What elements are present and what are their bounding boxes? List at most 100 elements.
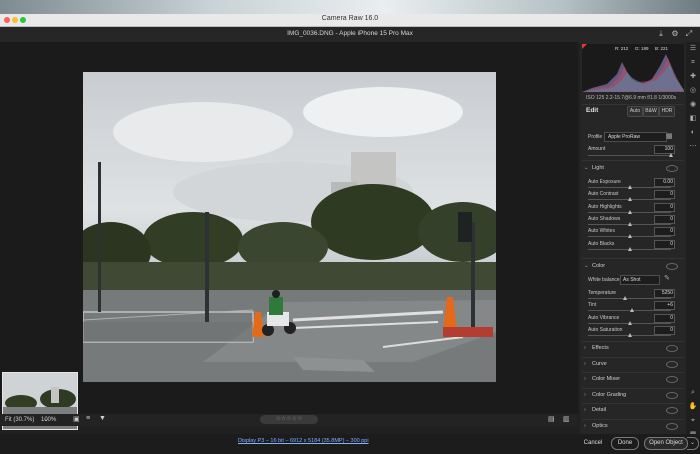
section-label: Optics	[592, 422, 608, 429]
eye-icon[interactable]	[666, 263, 678, 270]
light-value-0[interactable]: 0.00	[654, 178, 675, 187]
light-label-3: Auto Shadows	[588, 215, 621, 222]
divider	[582, 418, 684, 420]
color-slider-2[interactable]	[588, 320, 671, 325]
filmstrip-layout-icon[interactable]: ▤	[548, 415, 555, 423]
eye-icon[interactable]	[666, 360, 678, 368]
light-slider-2[interactable]	[588, 209, 671, 214]
divider	[582, 387, 684, 389]
bw-button[interactable]: B&W	[643, 106, 659, 117]
section-curve[interactable]: › Curve	[584, 360, 684, 368]
done-button[interactable]: Done	[611, 437, 639, 450]
sampler-icon[interactable]: ⌖	[688, 416, 698, 426]
color-slider-1[interactable]	[588, 308, 671, 313]
star-rating[interactable]: ☆☆☆☆☆	[260, 415, 318, 424]
amount-slider[interactable]	[588, 153, 673, 157]
divider	[582, 403, 684, 404]
title-bar: Camera Raw 16.0	[0, 14, 700, 27]
slider-knob[interactable]	[627, 234, 632, 239]
main-photo	[83, 72, 496, 382]
save-icon[interactable]: ⤓	[656, 29, 666, 39]
more-icon[interactable]: ⋯	[688, 142, 698, 152]
eye-icon[interactable]	[666, 165, 678, 172]
histogram: R: 212 G: 189 B: 221	[582, 44, 684, 92]
profile-browser-icon[interactable]: ▦	[666, 132, 673, 140]
fullscreen-icon[interactable]: ⤢	[684, 29, 694, 39]
light-slider-3[interactable]	[588, 221, 671, 226]
light-slider-0[interactable]	[588, 185, 671, 189]
section-effects[interactable]: › Effects	[584, 345, 684, 352]
slider-knob[interactable]	[627, 185, 632, 189]
edit-sliders-icon[interactable]: ☰	[688, 44, 698, 54]
light-value-5[interactable]: 0	[654, 239, 675, 249]
slider-knob[interactable]	[627, 221, 632, 226]
slider-knob[interactable]	[627, 246, 632, 251]
section-color[interactable]: ⌄ Color	[584, 263, 684, 270]
crop-icon[interactable]: ⌗	[688, 58, 698, 68]
document-title: IMG_0036.DNG - Apple iPhone 15 Pro Max	[287, 30, 413, 37]
eye-icon[interactable]	[666, 422, 678, 430]
section-detail[interactable]: › Detail	[584, 407, 684, 414]
slider-knob[interactable]	[627, 320, 632, 325]
hand-icon[interactable]: ✋	[688, 402, 698, 412]
eye-icon[interactable]	[666, 391, 678, 399]
light-value-3[interactable]: 0	[654, 214, 675, 224]
color-value-3[interactable]: 0	[654, 325, 675, 335]
light-value-4[interactable]: 0	[654, 227, 675, 237]
snapshots-icon[interactable]: ◐	[688, 128, 698, 138]
image-canvas[interactable]	[0, 42, 578, 430]
color-slider-3[interactable]	[588, 332, 671, 337]
sort-icon[interactable]: ≡	[86, 415, 90, 422]
fit-zoom-select[interactable]: Fit (30.7%)	[5, 417, 34, 423]
red-eye-icon[interactable]: ◉	[688, 100, 698, 110]
bottom-toolbar: Fit (30.7%) ⌄ 100% ▣ ≡ ▼ ☆☆☆☆☆ ▤ ▥	[0, 414, 578, 426]
color-value-0[interactable]: 5250	[654, 289, 675, 298]
color-slider-0[interactable]	[588, 296, 671, 300]
color-value-1[interactable]: +6	[654, 301, 675, 311]
chevron-right-icon: ›	[584, 407, 586, 413]
histogram-r: R: 212	[615, 46, 629, 51]
light-value-1[interactable]: 0	[654, 190, 675, 200]
slider-knob[interactable]	[623, 296, 628, 300]
tool-strip: ☰ ⌗ ✚ ◎ ◉ ◧ ◐ ⋯ ⌕ ✋ ⌖ ▦	[686, 42, 700, 438]
auto-button[interactable]: Auto	[627, 106, 643, 117]
eye-icon[interactable]	[666, 376, 678, 383]
zoom-100-select[interactable]: 100%	[41, 417, 56, 423]
status-bar: Display P3 – 16 bit – 6912 x 5184 (35.8M…	[0, 434, 700, 454]
hdr-button[interactable]: HDR	[659, 106, 675, 117]
open-object-button[interactable]: Open Object	[644, 437, 688, 450]
light-slider-4[interactable]	[588, 234, 671, 239]
gear-icon[interactable]: ⚙	[670, 29, 680, 39]
masking-icon[interactable]: ◎	[688, 86, 698, 96]
light-slider-1[interactable]	[588, 197, 671, 202]
section-optics[interactable]: › Optics	[584, 422, 684, 430]
color-value-2[interactable]: 0	[654, 313, 675, 323]
white-balance-select[interactable]: As Shot	[620, 275, 660, 285]
light-label-2: Auto Highlights	[588, 203, 622, 210]
filter-icon[interactable]: ▼	[99, 415, 106, 422]
section-color-mixer[interactable]: › Color Mixer	[584, 376, 684, 383]
grid-layout-icon[interactable]: ▥	[563, 415, 570, 423]
presets-icon[interactable]: ◧	[688, 114, 698, 124]
open-options-chevron[interactable]: ⌄	[687, 437, 699, 450]
eye-icon[interactable]	[666, 345, 678, 352]
zoom-icon[interactable]: ⌕	[688, 388, 698, 398]
slider-knob[interactable]	[627, 209, 632, 214]
light-value-2[interactable]: 0	[654, 202, 675, 212]
light-slider-5[interactable]	[588, 246, 671, 251]
slider-knob[interactable]	[627, 332, 632, 337]
slider-knob[interactable]	[629, 308, 634, 313]
cancel-button[interactable]: Cancel	[578, 437, 608, 450]
section-light[interactable]: ⌄ Light	[584, 165, 684, 172]
slider-knob[interactable]	[627, 197, 632, 202]
light-label-1: Auto Contrast	[588, 191, 619, 198]
workflow-options-link[interactable]: Display P3 – 16 bit – 6912 x 5184 (35.8M…	[238, 438, 369, 444]
before-after-icon[interactable]: ▣	[73, 415, 80, 423]
eye-icon[interactable]	[666, 407, 678, 414]
healing-brush-icon[interactable]: ✚	[688, 72, 698, 82]
section-color-grading[interactable]: › Color Grading	[584, 391, 684, 399]
eyedropper-icon[interactable]: ✎	[664, 274, 670, 282]
app-title: Camera Raw 16.0	[321, 15, 379, 22]
section-label: Color Grading	[592, 391, 627, 398]
profile-select[interactable]: Apple ProRaw	[604, 132, 667, 142]
